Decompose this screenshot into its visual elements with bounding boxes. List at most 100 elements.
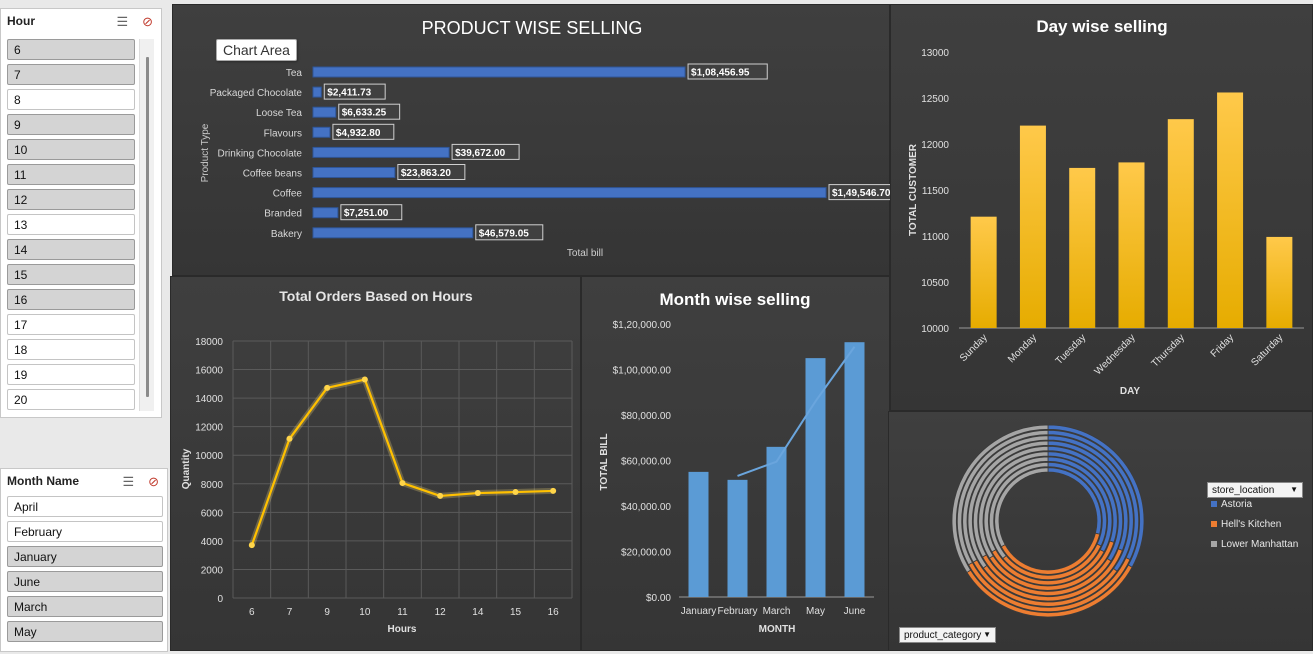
data-point	[437, 492, 444, 499]
slicer-item[interactable]: 11	[7, 164, 135, 185]
bar	[766, 446, 787, 597]
slicer-item[interactable]: 16	[7, 289, 135, 310]
hour-slicer-scrollbar[interactable]	[139, 39, 154, 411]
x-axis-label: MONTH	[759, 624, 796, 635]
hours-chart-svg: Total Orders Based on Hours 0 2000 4000 6000…	[181, 288, 573, 635]
bar	[688, 471, 709, 597]
donut-chart-svg: Astoria Hell's Kitchen Lower Manhattan	[951, 424, 1298, 618]
y-tick-label: 10000	[921, 324, 949, 335]
x-tick-label: 6	[249, 607, 255, 618]
slicer-item[interactable]: 10	[7, 139, 135, 160]
y-axis-label: Quantity	[181, 448, 192, 489]
slicer-item[interactable]: March	[7, 596, 163, 617]
store-location-filter-label: store_location	[1212, 485, 1275, 496]
slicer-item[interactable]: January	[7, 546, 163, 567]
slicer-item[interactable]: 17	[7, 314, 135, 335]
slicer-item[interactable]: June	[7, 571, 163, 592]
x-tick-label: Monday	[1006, 332, 1039, 365]
month-slicer: Month Name ☰ ⊘ April February January June Ma…	[0, 468, 168, 652]
bar	[312, 146, 450, 158]
y-tick-label: 2000	[201, 565, 224, 576]
slicer-item[interactable]: 14	[7, 239, 135, 260]
data-point	[399, 480, 406, 487]
product-category-filter-dropdown[interactable]: product_category ▼	[899, 627, 996, 643]
y-tick-label: $20,000.00	[621, 548, 671, 559]
y-axis-label: TOTAL BILL	[599, 433, 610, 490]
slicer-item[interactable]: 19	[7, 364, 135, 385]
y-tick-label: Drinking Chocolate	[218, 148, 303, 159]
slicer-item[interactable]: February	[7, 521, 163, 542]
hour-slicer-scroll-thumb[interactable]	[146, 57, 149, 397]
y-tick-label: $80,000.00	[621, 411, 671, 422]
day-wise-selling-chart[interactable]: Day wise selling 10000 10500 11000 11500 1200…	[890, 4, 1313, 411]
bar	[727, 479, 748, 597]
slicer-item[interactable]: April	[7, 496, 163, 517]
hour-slicer: Hour ☰ ⊘ 6 7 8 9 10 11 12 13 14 15 16 17 18 19 20	[0, 8, 162, 418]
x-tick-label: 9	[324, 607, 330, 618]
month-wise-selling-chart[interactable]: Month wise selling $0.00 $20,000.00 $40,000…	[581, 276, 890, 651]
trendline	[737, 346, 856, 477]
day-chart-svg: Day wise selling 10000 10500 11000 11500 1200…	[908, 17, 1304, 397]
bar	[312, 227, 474, 239]
slicer-item[interactable]: 8	[7, 89, 135, 110]
slicer-item[interactable]: 18	[7, 339, 135, 360]
x-axis-label: Total bill	[567, 248, 603, 259]
chevron-down-icon: ▼	[983, 630, 991, 639]
x-tick-label: Sunday	[958, 332, 990, 364]
clear-filter-icon[interactable]: ⊘	[142, 14, 153, 29]
x-tick-label: January	[681, 606, 717, 617]
store-location-filter-dropdown[interactable]: store_location ▼	[1207, 482, 1303, 498]
product-wise-selling-chart[interactable]: PRODUCT WISE SELLING Total bill Product Ty…	[172, 4, 891, 276]
hour-slicer-header: Hour ☰ ⊘	[1, 9, 161, 35]
y-tick-label: Loose Tea	[256, 108, 302, 119]
chart-title: Total Orders Based on Hours	[279, 288, 473, 304]
x-axis-label: Hours	[388, 624, 417, 635]
x-tick-label: 7	[287, 607, 293, 618]
x-tick-label: Friday	[1209, 332, 1236, 359]
y-tick-label: 14000	[195, 394, 223, 405]
bar	[844, 342, 865, 597]
store-location-donut-chart[interactable]: Astoria Hell's Kitchen Lower Manhattan sto…	[888, 411, 1313, 651]
total-orders-hours-chart[interactable]: Total Orders Based on Hours 0 2000 4000 6000…	[170, 276, 581, 651]
slicer-item[interactable]: 15	[7, 264, 135, 285]
hour-slicer-title: Hour	[7, 14, 35, 28]
data-label: $6,633.25	[342, 108, 387, 119]
slicer-item[interactable]: 6	[7, 39, 135, 60]
slicer-item[interactable]: 12	[7, 189, 135, 210]
x-tick-label: 15	[510, 607, 522, 618]
multi-select-icon[interactable]: ☰	[116, 14, 128, 29]
clear-filter-icon[interactable]: ⊘	[148, 474, 159, 489]
data-label: $46,579.05	[479, 228, 529, 239]
legend-label: Astoria	[1221, 499, 1253, 510]
month-slicer-header: Month Name ☰ ⊘	[1, 469, 167, 495]
y-tick-label: Coffee beans	[243, 169, 302, 180]
y-tick-label: 16000	[195, 366, 223, 377]
y-axis-label: TOTAL CUSTOMER	[908, 143, 919, 236]
series-line	[250, 378, 554, 546]
x-tick-label: Wednesday	[1093, 332, 1138, 377]
multi-select-icon[interactable]: ☰	[122, 474, 134, 489]
data-point	[248, 542, 255, 549]
y-tick-label: 0	[217, 594, 223, 605]
data-label: $39,672.00	[455, 148, 505, 159]
slicer-item[interactable]: 9	[7, 114, 135, 135]
data-point	[550, 487, 557, 494]
y-tick-label: Flavours	[264, 128, 302, 139]
bar	[805, 358, 826, 597]
series-glow	[249, 376, 554, 547]
y-tick-label: Branded	[264, 209, 302, 220]
x-tick-label: 11	[397, 607, 408, 618]
bar	[312, 106, 337, 118]
y-tick-label: 18000	[195, 337, 223, 348]
chart-title: Day wise selling	[1036, 17, 1167, 36]
slicer-item[interactable]: 7	[7, 64, 135, 85]
x-tick-label: Saturday	[1249, 332, 1285, 368]
slicer-item[interactable]: May	[7, 621, 163, 642]
legend-label: Lower Manhattan	[1221, 539, 1298, 550]
slicer-item[interactable]: 20	[7, 389, 135, 410]
y-tick-label: $1,00,000.00	[613, 366, 672, 377]
chart-area-tooltip: Chart Area	[216, 39, 297, 61]
chart-title: PRODUCT WISE SELLING	[422, 18, 643, 38]
slicer-item[interactable]: 13	[7, 214, 135, 235]
bar	[312, 86, 322, 98]
